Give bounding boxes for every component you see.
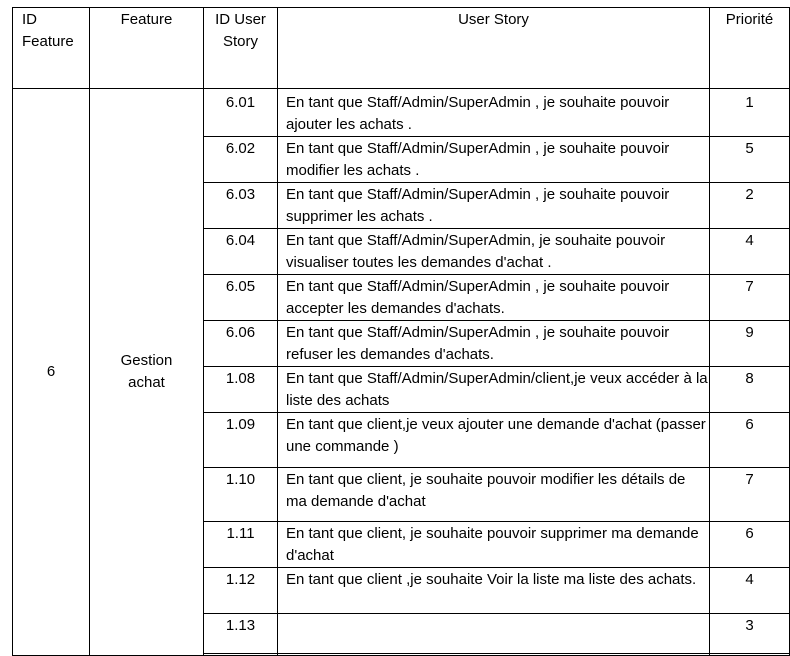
header-user-story: User Story: [277, 7, 710, 89]
header-id-feature: ID Feature: [12, 7, 90, 89]
story-text: En tant que client, je souhaite pouvoir …: [277, 466, 710, 522]
header-feature: Feature: [89, 7, 204, 89]
story-text: En tant que Staff/Admin/SuperAdmin , je …: [277, 135, 710, 183]
feature-name: Gestion achat: [120, 351, 173, 391]
story-text: En tant que Staff/Admin/SuperAdmin/clien…: [277, 365, 710, 413]
story-id: 1.10: [203, 466, 278, 522]
header-priority: Priorité: [709, 7, 790, 89]
story-id: 6.03: [203, 181, 278, 229]
story-text: En tant que Staff/Admin/SuperAdmin , je …: [277, 90, 710, 137]
feature-name-cell: Gestion achat: [89, 88, 204, 656]
story-text: En tant que Staff/Admin/SuperAdmin , je …: [277, 181, 710, 229]
story-priority: 6: [709, 411, 790, 468]
story-priority: 7: [709, 466, 790, 522]
story-priority: 4: [709, 566, 790, 614]
story-id: 1.13: [203, 612, 278, 654]
story-id: 6.04: [203, 227, 278, 275]
story-id: 6.05: [203, 273, 278, 321]
story-priority: 5: [709, 135, 790, 183]
story-priority: 4: [709, 227, 790, 275]
user-story-table: ID Feature Feature ID User Story User St…: [12, 7, 790, 656]
story-priority: 2: [709, 181, 790, 229]
story-text: En tant que client ,je souhaite Voir la …: [277, 566, 710, 614]
story-text: En tant que Staff/Admin/SuperAdmin , je …: [277, 273, 710, 321]
story-priority: 6: [709, 520, 790, 568]
story-text: En tant que client, je souhaite pouvoir …: [277, 520, 710, 568]
story-text: [277, 612, 710, 654]
story-id: 1.08: [203, 365, 278, 413]
header-id-user-story: ID User Story: [203, 7, 278, 89]
story-id: 6.02: [203, 135, 278, 183]
story-priority: 1: [709, 90, 790, 137]
feature-id-cell: 6: [12, 88, 90, 656]
story-id: 1.09: [203, 411, 278, 468]
header-row: ID Feature Feature ID User Story User St…: [12, 7, 790, 89]
story-id: 1.12: [203, 566, 278, 614]
story-priority: 3: [709, 612, 790, 654]
story-id: 6.06: [203, 319, 278, 367]
story-id: 6.01: [203, 90, 278, 137]
story-text: En tant que Staff/Admin/SuperAdmin , je …: [277, 319, 710, 367]
story-priority: 9: [709, 319, 790, 367]
story-text: En tant que client,je veux ajouter une d…: [277, 411, 710, 468]
story-priority: 8: [709, 365, 790, 413]
story-priority: 7: [709, 273, 790, 321]
story-id: 1.11: [203, 520, 278, 568]
story-text: En tant que Staff/Admin/SuperAdmin, je s…: [277, 227, 710, 275]
